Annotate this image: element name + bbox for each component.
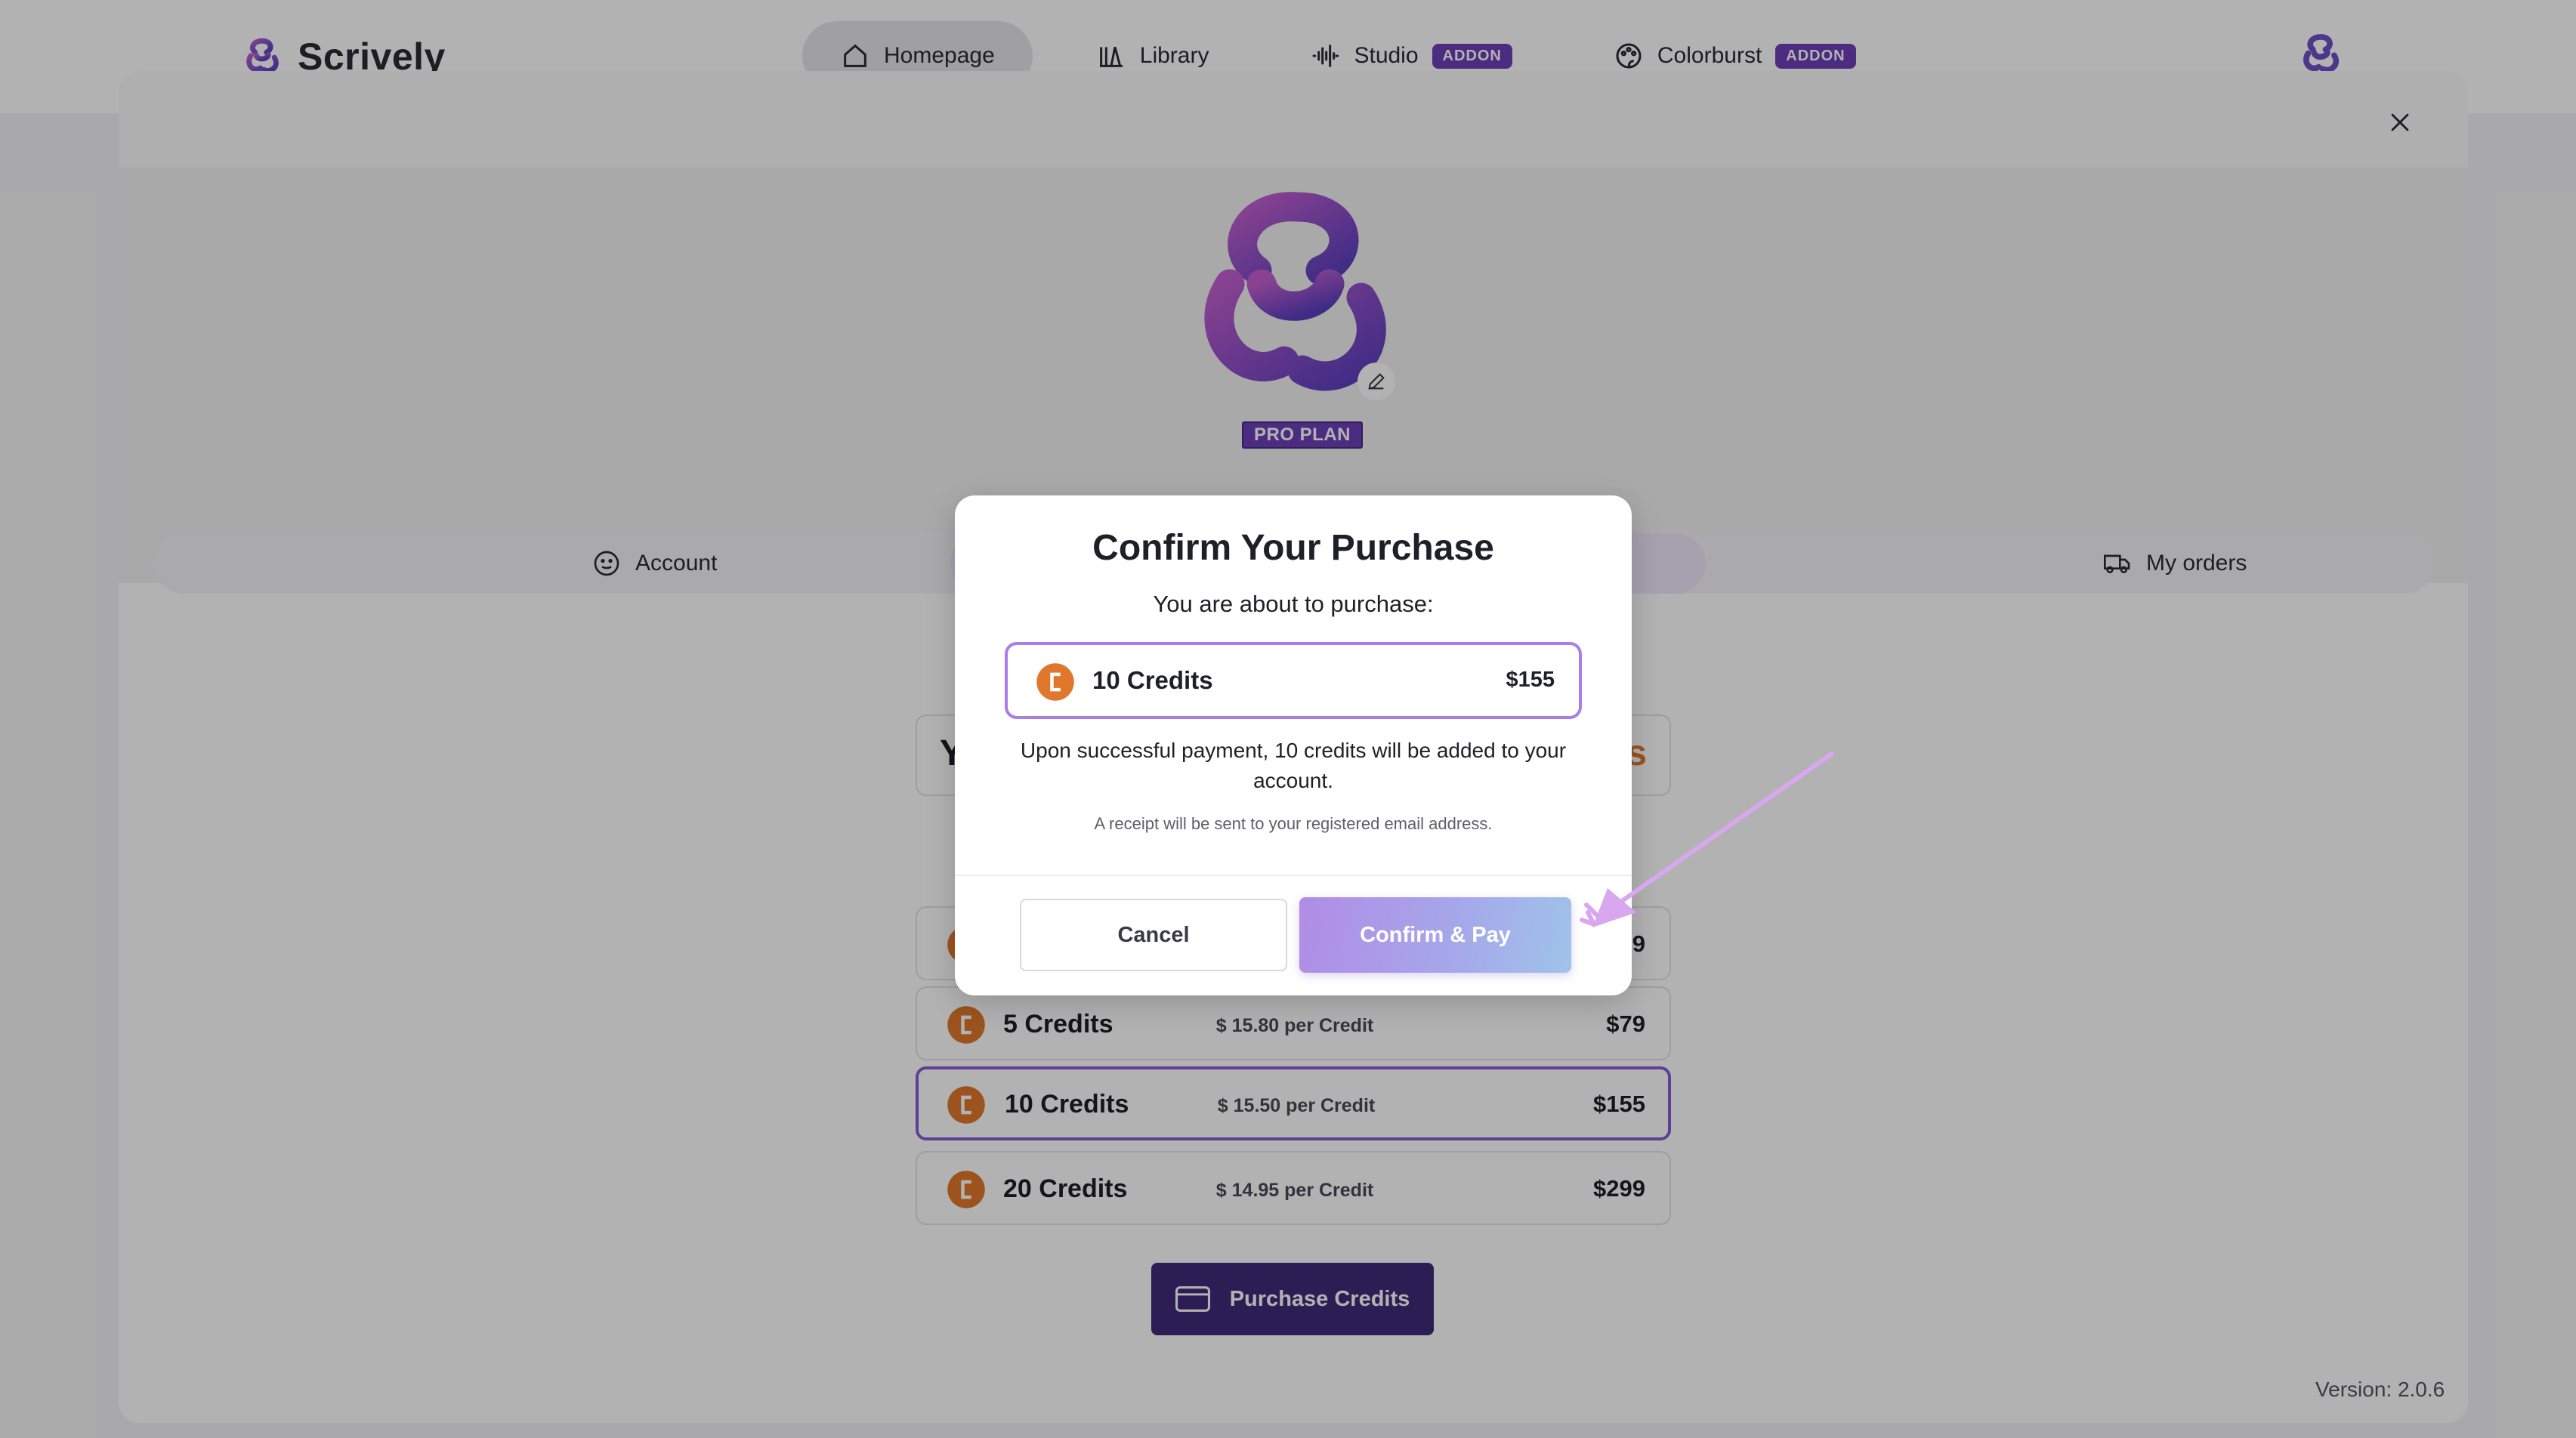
summary-item-name: 10 Credits xyxy=(1092,666,1213,694)
payment-note: Upon successful payment, 10 credits will… xyxy=(1020,739,1567,792)
receipt-note: A receipt will be sent to your registere… xyxy=(1094,814,1493,833)
summary-item-price: $155 xyxy=(1506,668,1555,692)
cancel-button[interactable]: Cancel xyxy=(1020,899,1287,971)
dialog-divider xyxy=(955,875,1632,876)
credit-coin-icon xyxy=(1036,663,1074,701)
dialog-subtitle: You are about to purchase: xyxy=(1153,591,1434,617)
confirm-and-pay-button[interactable]: Confirm & Pay xyxy=(1299,897,1571,973)
selected-package-summary: 10 Credits $155 xyxy=(1005,642,1582,719)
page: Scrively Homepage Library Studio ADDON C… xyxy=(0,0,2576,1438)
confirm-purchase-dialog: Confirm Your Purchase You are about to p… xyxy=(955,495,1632,995)
dialog-title: Confirm Your Purchase xyxy=(1092,528,1494,568)
